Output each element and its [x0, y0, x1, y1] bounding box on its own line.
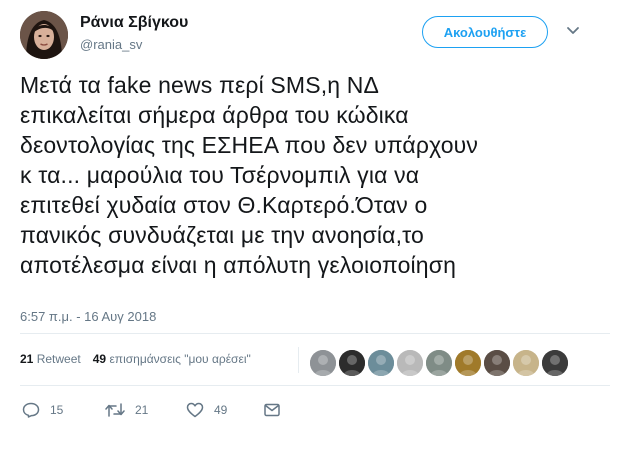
divider [20, 333, 610, 334]
like-stat[interactable]: 49 επισημάνσεις "μου αρέσει" [93, 352, 251, 366]
tweet-card: Ράνια Σβίγκου @rania_sv Ακολουθήστε Μετά… [0, 0, 621, 451]
liker-avatar-4[interactable] [397, 350, 423, 376]
like-count: 49 [214, 403, 228, 417]
liker-avatar-9[interactable] [542, 350, 568, 376]
display-name[interactable]: Ράνια Σβίγκου [80, 14, 188, 32]
tweet-stats: 21 Retweet 49 επισημάνσεις "μου αρέσει" [20, 352, 251, 366]
liker-avatar-2[interactable] [339, 350, 365, 376]
liker-avatar-8[interactable] [513, 350, 539, 376]
tweet-text-line: δεοντολογίας της ΕΣΗΕΑ που δεν υπάρχουν [20, 132, 479, 158]
liker-avatar-5[interactable] [426, 350, 452, 376]
stats-separator [298, 347, 299, 373]
tweet-text: Μετά τα fake news περί SMS,η ΝΔ επικαλεί… [20, 70, 610, 280]
tweet-text-line: Μετά τα fake news περί SMS,η ΝΔ [20, 72, 379, 98]
liker-avatar-7[interactable] [484, 350, 510, 376]
retweet-stat-label: Retweet [36, 352, 81, 366]
reply-icon [22, 402, 40, 418]
tweet-text-line: επικαλείται σήμερα άρθρα του κώδικα [20, 102, 409, 128]
envelope-icon [264, 403, 280, 417]
liker-avatar-6[interactable] [455, 350, 481, 376]
retweet-stat-count: 21 [20, 352, 34, 366]
like-stat-label: επισημάνσεις "μου αρέσει" [109, 352, 251, 366]
avatar[interactable] [20, 11, 68, 59]
retweet-stat[interactable]: 21 Retweet [20, 352, 81, 366]
like-action[interactable]: 49 [186, 401, 227, 419]
retweet-count: 21 [135, 403, 149, 417]
retweet-action[interactable]: 21 [105, 401, 148, 419]
like-stat-count: 49 [92, 352, 107, 366]
retweet-icon [105, 403, 125, 417]
divider [20, 385, 610, 386]
user-handle[interactable]: @rania_sv [80, 37, 142, 52]
follow-button[interactable]: Ακολουθήστε [422, 16, 548, 48]
direct-message-action[interactable] [264, 401, 280, 419]
tweet-text-line: επιτεθεί χυδαία στον Θ.Καρτερό.Όταν ο [20, 192, 428, 218]
tweet-text-line: πανικός συνδυάζεται με την ανοησία,το [20, 222, 424, 248]
chevron-down-icon[interactable] [566, 26, 580, 36]
tweet-text-line: αποτέλεσμα είναι η απόλυτη γελοιοποίηση [20, 252, 457, 278]
reply-action[interactable]: 15 [22, 401, 63, 419]
heart-icon [186, 402, 204, 418]
liker-avatar-1[interactable] [310, 350, 336, 376]
tweet-timestamp[interactable]: 6:57 π.μ. - 16 Αυγ 2018 [20, 309, 156, 324]
reply-count: 15 [50, 403, 64, 417]
tweet-text-line: κ τα... μαρούλια του Τσέρνομπιλ για να [20, 162, 420, 188]
liker-avatar-3[interactable] [368, 350, 394, 376]
